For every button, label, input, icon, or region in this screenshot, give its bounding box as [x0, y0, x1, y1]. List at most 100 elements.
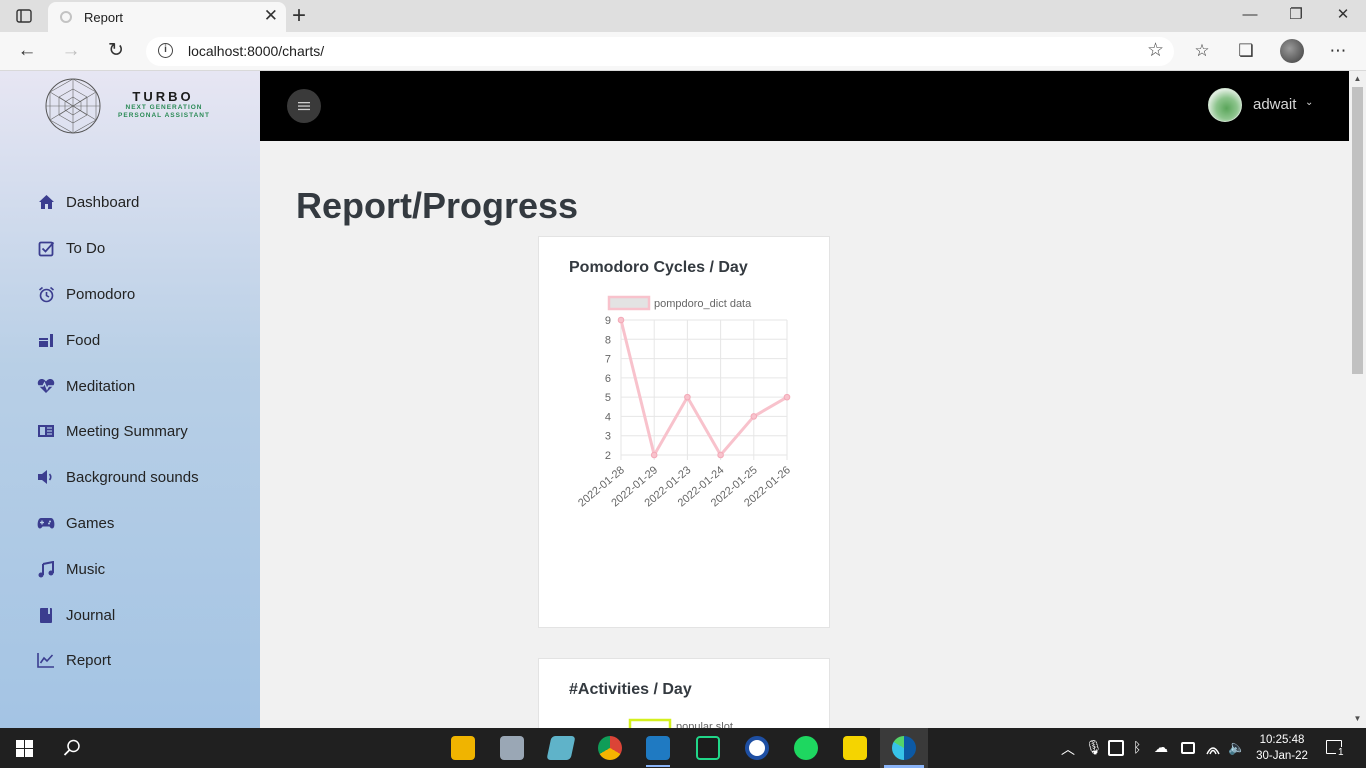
legend-label: popular slot [676, 721, 733, 728]
scroll-up-icon[interactable]: ▲ [1352, 74, 1363, 83]
scroll-thumb[interactable] [1352, 87, 1363, 374]
sidebar-item-pomodoro[interactable]: Pomodoro [0, 274, 260, 314]
file-explorer-icon[interactable] [451, 736, 475, 760]
sidebar-item-food[interactable]: Food [0, 320, 260, 360]
heartbeat-icon [37, 377, 55, 395]
more-menu-icon[interactable]: ⋯ [1325, 40, 1351, 62]
scroll-down-icon[interactable]: ▼ [1352, 714, 1363, 723]
y-tick-label: 8 [605, 334, 611, 346]
bluetooth-icon[interactable]: ᛒ [1133, 739, 1141, 755]
y-tick-label: 5 [605, 392, 611, 404]
tab-title: Report [84, 10, 124, 25]
y-tick-label: 9 [605, 315, 611, 327]
sticky-notes-icon[interactable] [843, 736, 867, 760]
sidebar-item-report[interactable]: Report [0, 640, 260, 680]
forward-button[interactable]: → [58, 40, 84, 62]
data-point [684, 393, 691, 401]
sidebar-item-music[interactable]: Music [0, 549, 260, 589]
pomodoro-chart-card: Pomodoro Cycles / Day pompdoro_dict data… [538, 236, 830, 628]
book-open-icon [37, 422, 55, 440]
profile-avatar[interactable] [1280, 39, 1304, 63]
sidebar-toggle-button[interactable] [287, 89, 321, 123]
y-tick-label: 6 [605, 373, 611, 385]
cloud-icon[interactable]: ☁ [1154, 739, 1168, 756]
sidebar-item-meditation[interactable]: Meditation [0, 366, 260, 406]
y-tick-label: 4 [605, 411, 611, 423]
wifi-icon[interactable] [1205, 740, 1221, 756]
home-icon [37, 193, 55, 211]
favorites-icon[interactable]: ☆ [1189, 40, 1215, 62]
page-scrollbar[interactable]: ▲ ▼ [1349, 71, 1366, 728]
main-content: Report/Progress Pomodoro Cycles / Day po… [260, 141, 1349, 728]
turbo-logo[interactable] [44, 77, 102, 135]
sidebar-item-label: Meeting Summary [66, 422, 188, 440]
y-tick-label: 7 [605, 354, 611, 366]
restore-button[interactable]: ❐ [1284, 5, 1308, 25]
user-name[interactable]: adwait [1253, 96, 1296, 113]
chevron-down-icon[interactable]: ⌄ [1305, 97, 1313, 108]
sidebar-item-label: To Do [66, 239, 106, 257]
search-icon[interactable] [63, 739, 81, 757]
spotify-icon[interactable] [794, 736, 818, 760]
tab-actions-icon[interactable] [10, 7, 38, 25]
pycharm-icon[interactable] [696, 736, 720, 760]
clock-date: 30-Jan-22 [1256, 750, 1308, 762]
microphone-icon[interactable]: 🎙 [1085, 739, 1103, 756]
browser-tab[interactable]: Report ✕ [48, 2, 286, 32]
sidebar-item-label: Pomodoro [66, 285, 136, 303]
volume-icon [37, 468, 55, 486]
sidebar-item-journal[interactable]: Journal [0, 595, 260, 635]
brand-tagline: NEXT GENERATION PERSONAL ASSISTANT [116, 104, 212, 120]
journal-icon [37, 606, 55, 624]
clock-time: 10:25:48 [1259, 734, 1305, 746]
activities-chart-card: #Activities / Day popular slot [538, 658, 830, 728]
sidebar-item-meeting-summary[interactable]: Meeting Summary [0, 411, 260, 451]
sidebar-item-label: Games [66, 514, 115, 532]
new-tab-button[interactable]: + [292, 3, 306, 29]
brand-name: TURBO [132, 89, 194, 104]
sidebar-item-dashboard[interactable]: Dashboard [0, 182, 260, 222]
google-drive-icon[interactable] [1108, 740, 1124, 756]
edge-icon [892, 736, 916, 760]
sidebar-item-todo[interactable]: To Do [0, 228, 260, 268]
notes-app-icon[interactable] [546, 736, 576, 760]
battery-icon[interactable] [1181, 742, 1195, 754]
sidebar-item-label: Food [66, 331, 101, 349]
window-close-button[interactable]: ✕ [1331, 5, 1355, 25]
system-clock[interactable]: 10:25:48 30-Jan-22 [1254, 732, 1310, 764]
tab-close-icon[interactable]: ✕ [264, 6, 278, 26]
sidebar-item-label: Music [66, 560, 106, 578]
data-point [750, 413, 758, 420]
add-favorite-icon[interactable]: ☆ [1147, 39, 1164, 62]
reload-button[interactable]: ↻ [103, 40, 129, 62]
site-info-icon[interactable]: i [158, 43, 173, 58]
back-button[interactable]: ← [14, 40, 40, 62]
web-page: TURBO NEXT GENERATION PERSONAL ASSISTANT… [0, 71, 1366, 728]
brand-tagline-line2: PERSONAL ASSISTANT [118, 112, 210, 119]
volume-icon[interactable]: 🔈 [1228, 739, 1245, 756]
checkbox-icon [37, 239, 55, 257]
legend-swatch [607, 295, 651, 311]
sidebar-item-background-sounds[interactable]: Background sounds [0, 457, 260, 497]
collections-icon[interactable]: ❏ [1233, 40, 1259, 62]
sidebar-item-games[interactable]: Games [0, 503, 260, 543]
chevron-up-icon[interactable]: ︿ [1061, 739, 1075, 759]
data-point [783, 393, 791, 401]
pomodoro-line-chart: pompdoro_dict data987654322022-01-282022… [576, 295, 793, 509]
data-point [617, 316, 625, 324]
minimize-button[interactable]: — [1238, 5, 1262, 25]
windows-start-icon[interactable] [16, 740, 33, 757]
address-bar[interactable]: i localhost:8000/charts/ ☆ [146, 37, 1174, 66]
music-note-icon [37, 560, 55, 578]
sidebar-item-label: Journal [66, 606, 116, 624]
photos-app-icon[interactable] [500, 736, 524, 760]
line-chart-icon [37, 651, 55, 669]
data-point [650, 451, 658, 459]
edge-taskbar-button[interactable] [880, 728, 928, 768]
user-avatar[interactable] [1208, 88, 1242, 122]
url-text[interactable]: localhost:8000/charts/ [188, 43, 324, 59]
sidebar-item-label: Dashboard [66, 193, 140, 211]
vscode-icon[interactable] [646, 736, 670, 760]
chrome-icon[interactable] [598, 736, 622, 760]
app-icon[interactable] [745, 736, 769, 760]
